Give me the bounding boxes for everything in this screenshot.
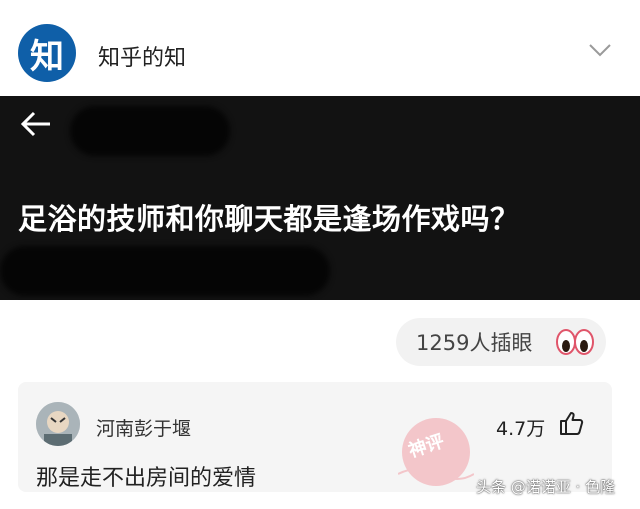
post-header: 知 知乎的知 [0,0,640,96]
like-count: 4.7万 [496,418,546,440]
account-avatar[interactable]: 知 [18,24,76,82]
commenter-name[interactable]: 河南彭于堰 [96,414,191,441]
redaction-blob [70,106,230,156]
bookmark-count-pill[interactable]: 1259人插眼 [396,318,606,366]
redaction-blob [0,246,330,296]
eyes-emoji-icon [556,329,594,355]
chevron-down-icon[interactable] [588,42,612,58]
question-banner: 足浴的技师和你聊天都是逢场作戏吗？ [0,96,640,300]
comment-body: 那是走不出房间的爱情 [36,466,257,491]
account-name[interactable]: 知乎的知 [98,40,186,72]
thumbs-up-icon[interactable] [558,410,584,436]
question-title[interactable]: 足浴的技师和你聊天都是逢场作戏吗？ [18,196,520,238]
zhihu-logo-char: 知 [30,36,64,77]
commenter-avatar[interactable] [36,402,80,446]
bookmark-count: 1259人插眼 [416,331,533,355]
source-watermark: 头条 @诺诺亚 · 色隆 [476,478,616,496]
avatar-image [36,402,80,446]
back-arrow-icon[interactable] [20,110,52,138]
